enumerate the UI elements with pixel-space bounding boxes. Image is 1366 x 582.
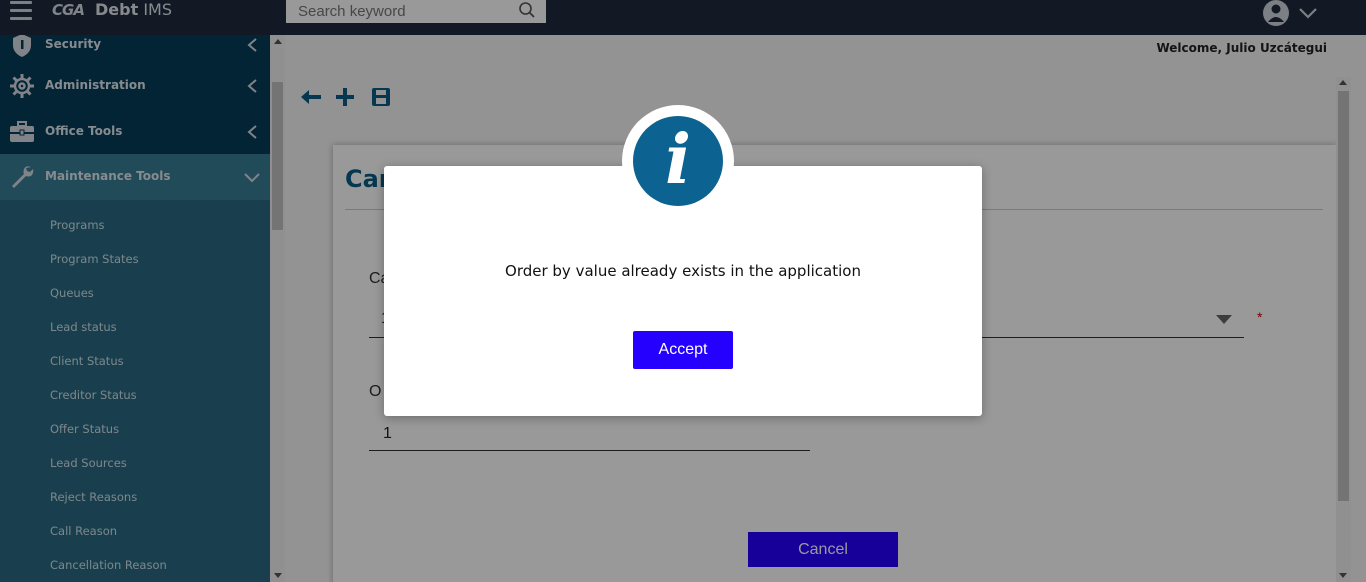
accept-button[interactable]: Accept [633,331,733,369]
info-glyph: i [665,120,691,200]
dialog-message: Order by value already exists in the app… [505,262,861,280]
info-icon: i [633,116,723,206]
